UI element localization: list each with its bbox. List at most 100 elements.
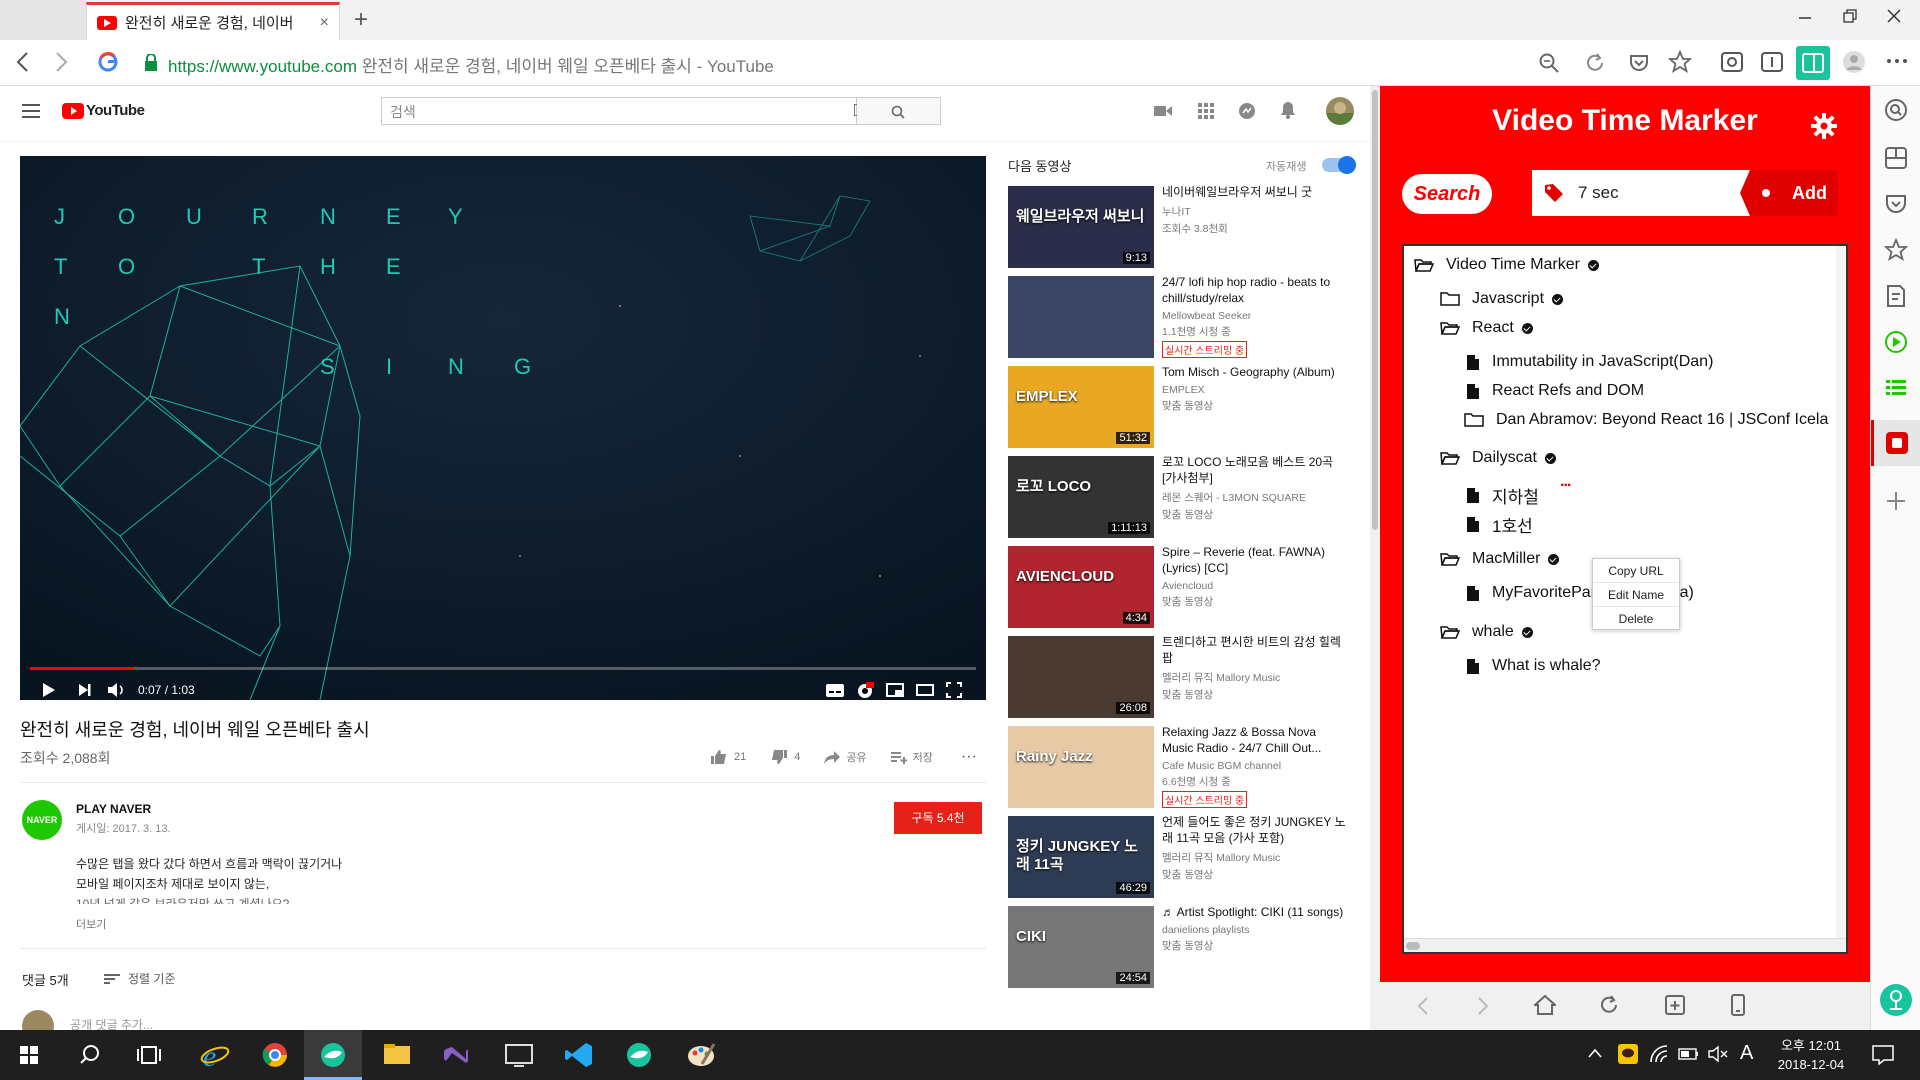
channel-name[interactable]: PLAY NAVER — [76, 802, 151, 816]
close-window-button[interactable] — [1886, 8, 1902, 24]
more-actions-button[interactable]: ··· — [961, 748, 977, 766]
wifi-icon[interactable] — [1650, 1045, 1670, 1063]
panel-add-to-sidebar-icon[interactable] — [1664, 994, 1686, 1016]
sidebar-search-icon[interactable] — [1884, 98, 1908, 122]
rec-info[interactable]: 언제 들어도 좋은 정키 JUNGKEY 노래 11곡 모음 (가사 포함) 멜러… — [1162, 814, 1350, 882]
tree-marker-item[interactable]: Immutability in JavaScript(Dan) — [1466, 353, 1713, 371]
battery-icon[interactable] — [1678, 1047, 1700, 1061]
tree-marker-item[interactable]: 1호선 — [1466, 512, 1533, 537]
pocket-icon[interactable] — [1628, 52, 1650, 74]
minimize-button[interactable] — [1798, 8, 1812, 22]
panel-back-icon[interactable] — [1416, 996, 1430, 1016]
miniplayer-icon[interactable] — [886, 683, 904, 697]
reload-icon[interactable] — [1584, 52, 1606, 74]
context-menu-item[interactable]: Edit Name — [1593, 583, 1679, 607]
rec-thumbnail[interactable]: 로꼬 LOCO 1:11:13 — [1008, 456, 1154, 538]
taskbar-search-icon[interactable] — [62, 1030, 120, 1080]
sidebar-video-time-marker-tab[interactable] — [1871, 420, 1920, 466]
apps-grid-icon[interactable] — [1198, 103, 1214, 119]
play-button[interactable] — [42, 682, 56, 698]
start-button[interactable] — [0, 1030, 58, 1080]
reader-mode-icon[interactable] — [1760, 50, 1784, 74]
task-view-icon[interactable] — [120, 1030, 178, 1080]
clock[interactable]: 오후 12:01 2018-12-04 — [1766, 1036, 1856, 1074]
restore-button[interactable] — [1842, 8, 1858, 24]
rec-title[interactable]: ♬ Artist Spotlight: CIKI (11 songs) — [1162, 904, 1350, 920]
subtitles-icon[interactable] — [826, 684, 844, 697]
tree-folder-item[interactable]: MacMiller — [1440, 550, 1560, 568]
panel-forward-icon[interactable] — [1476, 996, 1490, 1016]
tree-folder-item[interactable]: Video Time Marker — [1414, 256, 1599, 274]
rec-title[interactable]: Tom Misch - Geography (Album) — [1162, 364, 1350, 380]
tab-close-button[interactable]: × — [320, 14, 329, 32]
tree-marker-item[interactable]: What is whale? — [1466, 657, 1601, 675]
item-options-ellipsis[interactable]: ... — [1560, 473, 1571, 491]
show-hidden-icons[interactable] — [1588, 1048, 1602, 1058]
rec-thumbnail[interactable]: 정키 JUNGKEY 노래 11곡 46:29 — [1008, 816, 1154, 898]
rec-thumbnail[interactable] — [1008, 276, 1154, 358]
profile-avatar-icon[interactable] — [1842, 50, 1866, 74]
whale-browser-icon-2[interactable] — [610, 1030, 668, 1080]
seconds-input[interactable]: 7 sec — [1532, 170, 1752, 216]
notifications-bell-icon[interactable] — [1280, 101, 1296, 119]
channel-avatar[interactable]: NAVER — [22, 800, 62, 840]
sidebar-whale-assistant-icon[interactable] — [1880, 984, 1912, 1016]
panel-mobile-view-icon[interactable] — [1730, 994, 1746, 1016]
visual-studio-icon[interactable] — [428, 1030, 486, 1080]
url-field[interactable]: https://www.youtube.com 완전히 새로운 경험, 네이버 … — [168, 52, 774, 77]
chrome-icon[interactable] — [246, 1030, 304, 1080]
whale-browser-icon[interactable] — [304, 1030, 362, 1080]
tree-vertical-scrollbar[interactable] — [1836, 246, 1846, 938]
vscode-icon[interactable] — [550, 1030, 608, 1080]
search-button[interactable]: Search — [1402, 174, 1492, 214]
sidebar-bookmarks-icon[interactable] — [1884, 238, 1908, 262]
fullscreen-icon[interactable] — [946, 682, 962, 698]
rec-thumbnail[interactable]: Rainy Jazz — [1008, 726, 1154, 808]
rec-info[interactable]: 24/7 lofi hip hop radio - beats to chill… — [1162, 274, 1350, 359]
new-tab-button[interactable]: + — [346, 6, 376, 36]
rec-info[interactable]: ♬ Artist Spotlight: CIKI (11 songs) danie… — [1162, 904, 1350, 953]
rec-title[interactable]: Spire – Reverie (feat. FAWNA) (Lyrics) [… — [1162, 544, 1350, 576]
tree-folder-item[interactable]: Dan Abramov: Beyond React 16 | JSConf Ic… — [1464, 411, 1828, 429]
messages-icon[interactable] — [1238, 102, 1256, 120]
rec-info[interactable]: Spire – Reverie (feat. FAWNA) (Lyrics) [… — [1162, 544, 1350, 609]
back-button[interactable] — [12, 49, 34, 75]
menu-icon[interactable] — [1886, 58, 1908, 64]
user-avatar[interactable] — [1326, 97, 1354, 125]
page-scrollbar[interactable] — [1370, 86, 1380, 1030]
rec-thumbnail[interactable]: 26:08 — [1008, 636, 1154, 718]
tree-marker-item[interactable]: React Refs and DOM — [1466, 382, 1644, 400]
rec-title[interactable]: 네이버웨일브라우저 써보니 굿 — [1162, 184, 1350, 200]
video-player[interactable]: J O U R N E Y T O T H E N S I N G 0:07 / 1:03 — [20, 156, 986, 700]
browser-tab[interactable]: 완전히 새로운 경험, 네이버 × — [86, 2, 340, 40]
rec-info[interactable]: 로꼬 LOCO 노래모음 베스트 20곡 [가사첨부] 레몬 스퀘어 - L3MO… — [1162, 454, 1350, 522]
youtube-search-input[interactable]: 검색 — [381, 97, 857, 125]
sidebar-pocket-icon[interactable] — [1884, 192, 1908, 216]
tree-folder-item[interactable]: whale — [1440, 623, 1533, 641]
rec-info[interactable]: 트렌디하고 편시한 비트의 감성 힐렉팝 멜러리 뮤직 Mallory Music… — [1162, 634, 1350, 702]
rec-info[interactable]: Relaxing Jazz & Bossa Nova Music Radio -… — [1162, 724, 1350, 809]
upload-video-icon[interactable] — [1154, 104, 1172, 118]
paint-icon[interactable] — [672, 1030, 730, 1080]
zoom-icon[interactable] — [1538, 52, 1560, 74]
hamburger-menu-icon[interactable] — [22, 104, 40, 118]
panel-home-icon[interactable] — [1534, 994, 1556, 1016]
scrollbar-thumb[interactable] — [1372, 90, 1378, 530]
rec-info[interactable]: Tom Misch - Geography (Album) EMPLEX 맞춤 동영… — [1162, 364, 1350, 413]
video-progress-bar[interactable] — [30, 667, 976, 670]
capture-icon[interactable] — [1720, 50, 1744, 74]
share-button[interactable]: 공유 — [824, 749, 867, 765]
rec-title[interactable]: 24/7 lofi hip hop radio - beats to chill… — [1162, 274, 1350, 306]
rec-thumbnail[interactable]: CIKI 24:54 — [1008, 906, 1154, 988]
theater-mode-icon[interactable] — [916, 683, 934, 697]
tree-folder-item[interactable]: Dailyscat — [1440, 449, 1556, 467]
subscribe-button[interactable]: 구독 5.4천 — [894, 802, 982, 834]
sidebar-toggle-button[interactable] — [1796, 46, 1830, 80]
youtube-search-button[interactable] — [857, 97, 941, 125]
tree-horizontal-scrollbar[interactable] — [1404, 938, 1846, 952]
input-method-indicator[interactable]: A — [1740, 1042, 1753, 1065]
sidebar-notes-icon[interactable] — [1884, 284, 1908, 308]
like-button[interactable]: 21 — [710, 749, 746, 765]
internet-explorer-icon[interactable]: e — [186, 1030, 244, 1080]
rec-title[interactable]: Relaxing Jazz & Bossa Nova Music Radio -… — [1162, 724, 1350, 756]
